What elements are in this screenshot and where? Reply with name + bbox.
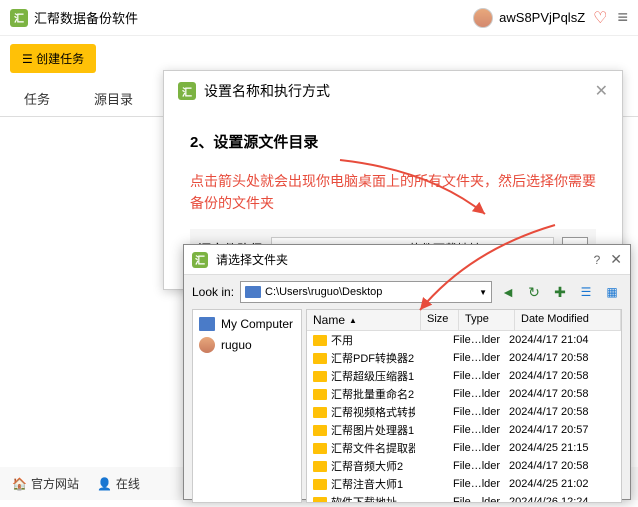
- col-name[interactable]: Name ▲: [307, 310, 421, 330]
- file-name: 汇帮注音大师1: [331, 476, 415, 492]
- folder-picker-nav: Look in: C:\Users\ruguo\Desktop ▼ ◄ ↻ ✚ …: [184, 275, 630, 309]
- table-row[interactable]: 汇帮图片处理器1 File…lder2024/4/17 20:57: [307, 421, 621, 439]
- file-type: File…lder: [453, 442, 509, 454]
- app-logo-icon: 汇: [10, 9, 28, 27]
- file-date: 2024/4/17 20:58: [509, 370, 615, 382]
- create-task-button[interactable]: ☰ 创建任务: [10, 44, 96, 73]
- file-date: 2024/4/17 20:58: [509, 352, 615, 364]
- chevron-down-icon: ▼: [479, 288, 487, 297]
- file-name: 软件下载地址: [331, 494, 415, 503]
- lookin-value: C:\Users\ruguo\Desktop: [265, 286, 479, 298]
- heart-icon[interactable]: ♡: [593, 8, 607, 28]
- file-type: File…lder: [453, 478, 509, 490]
- file-type: File…lder: [453, 424, 509, 436]
- folder-picker-body: My Computer ruguo Name ▲ Size Type Date …: [184, 309, 630, 507]
- computer-icon: [199, 317, 215, 331]
- lookin-label: Look in:: [192, 285, 234, 299]
- table-row[interactable]: 汇帮视频格式转换器2 File…lder2024/4/17 20:58: [307, 403, 621, 421]
- folder-icon: [313, 479, 327, 490]
- file-date: 2024/4/17 20:58: [509, 388, 615, 400]
- folder-icon: [313, 425, 327, 436]
- close-icon[interactable]: ✕: [610, 251, 622, 268]
- menu-icon[interactable]: ≡: [617, 7, 628, 28]
- table-row[interactable]: 软件下载地址File…lder2024/4/26 12:24: [307, 493, 621, 503]
- back-button[interactable]: ◄: [498, 282, 518, 302]
- table-row[interactable]: 汇帮批量重命名2 File…lder2024/4/17 20:58: [307, 385, 621, 403]
- sidebar-item-user[interactable]: ruguo: [197, 334, 297, 356]
- file-name: 汇帮音频大师2: [331, 458, 415, 474]
- file-name: 汇帮图片处理器1: [331, 422, 415, 438]
- file-date: 2024/4/25 21:15: [509, 442, 615, 454]
- user-icon: [199, 337, 215, 353]
- create-task-label: 创建任务: [36, 52, 84, 66]
- sort-asc-icon: ▲: [349, 316, 357, 325]
- footer-site-link[interactable]: 🏠 官方网站: [12, 475, 79, 492]
- file-name: 汇帮批量重命名2: [331, 386, 415, 402]
- folder-icon: [313, 335, 327, 346]
- col-date[interactable]: Date Modified: [515, 310, 621, 330]
- sidebar-item-label: My Computer: [221, 317, 293, 331]
- file-name: 汇帮文件名提取器: [331, 440, 415, 456]
- detail-view-button[interactable]: ▦: [602, 282, 622, 302]
- col-type[interactable]: Type: [459, 310, 515, 330]
- table-row[interactable]: 汇帮注音大师1 File…lder2024/4/25 21:02: [307, 475, 621, 493]
- file-list[interactable]: Name ▲ Size Type Date Modified 不用 File…ld…: [306, 309, 622, 503]
- app-title: 汇帮数据备份软件: [34, 8, 473, 27]
- folder-picker-dialog: 汇 请选择文件夹 ? ✕ Look in: C:\Users\ruguo\Des…: [183, 244, 631, 500]
- tab-task[interactable]: 任务: [10, 81, 80, 116]
- app-header: 汇 汇帮数据备份软件 awS8PVjPqlsZ ♡ ≡: [0, 0, 638, 36]
- folder-icon: [313, 407, 327, 418]
- drive-icon: [245, 286, 261, 298]
- folder-icon: [313, 461, 327, 472]
- file-date: 2024/4/17 20:58: [509, 406, 615, 418]
- up-button[interactable]: ↻: [524, 282, 544, 302]
- places-sidebar: My Computer ruguo: [192, 309, 302, 503]
- table-row[interactable]: 汇帮PDF转换器2 File…lder2024/4/17 20:58: [307, 349, 621, 367]
- hint-text: 点击箭头处就会出现你电脑桌面上的所有文件夹，然后选择你需要备份的文件夹: [190, 170, 596, 215]
- settings-dialog-header: 汇 设置名称和执行方式 ✕: [164, 71, 622, 111]
- folder-icon: [313, 371, 327, 382]
- file-date: 2024/4/17 21:04: [509, 334, 615, 346]
- file-type: File…lder: [453, 334, 509, 346]
- folder-icon: [313, 353, 327, 364]
- file-date: 2024/4/25 21:02: [509, 478, 615, 490]
- sidebar-item-label: ruguo: [221, 338, 252, 352]
- table-row[interactable]: 汇帮超级压缩器1 File…lder2024/4/17 20:58: [307, 367, 621, 385]
- file-name: 不用: [331, 332, 415, 348]
- file-type: File…lder: [453, 388, 509, 400]
- dialog-logo-icon: 汇: [192, 252, 208, 268]
- settings-dialog-title: 设置名称和执行方式: [204, 81, 595, 101]
- file-date: 2024/4/17 20:57: [509, 424, 615, 436]
- folder-icon: [313, 443, 327, 454]
- file-type: File…lder: [453, 406, 509, 418]
- file-type: File…lder: [453, 460, 509, 472]
- file-name: 汇帮超级压缩器1: [331, 368, 415, 384]
- folder-picker-title: 请选择文件夹: [216, 251, 594, 268]
- section-heading: 2、设置源文件目录: [190, 131, 596, 152]
- avatar-icon[interactable]: [473, 8, 493, 28]
- file-name: 汇帮PDF转换器2: [331, 350, 415, 366]
- file-date: 2024/4/17 20:58: [509, 460, 615, 472]
- username-label: awS8PVjPqlsZ: [499, 10, 585, 25]
- dialog-logo-icon: 汇: [178, 82, 196, 100]
- sidebar-item-computer[interactable]: My Computer: [197, 314, 297, 334]
- close-icon[interactable]: ✕: [595, 81, 608, 101]
- file-list-header: Name ▲ Size Type Date Modified: [307, 310, 621, 331]
- tab-source[interactable]: 源目录: [80, 81, 163, 116]
- folder-picker-header: 汇 请选择文件夹 ? ✕: [184, 245, 630, 275]
- new-folder-button[interactable]: ✚: [550, 282, 570, 302]
- folder-icon: [313, 389, 327, 400]
- file-type: File…lder: [453, 370, 509, 382]
- col-size[interactable]: Size: [421, 310, 459, 330]
- table-row[interactable]: 不用 File…lder2024/4/17 21:04: [307, 331, 621, 349]
- footer-online-link[interactable]: 👤 在线: [97, 475, 140, 492]
- lookin-combo[interactable]: C:\Users\ruguo\Desktop ▼: [240, 281, 492, 303]
- list-view-button[interactable]: ☰: [576, 282, 596, 302]
- help-icon[interactable]: ?: [594, 253, 601, 267]
- file-name: 汇帮视频格式转换器2: [331, 404, 415, 420]
- file-type: File…lder: [453, 352, 509, 364]
- table-row[interactable]: 汇帮音频大师2 File…lder2024/4/17 20:58: [307, 457, 621, 475]
- table-row[interactable]: 汇帮文件名提取器 File…lder2024/4/25 21:15: [307, 439, 621, 457]
